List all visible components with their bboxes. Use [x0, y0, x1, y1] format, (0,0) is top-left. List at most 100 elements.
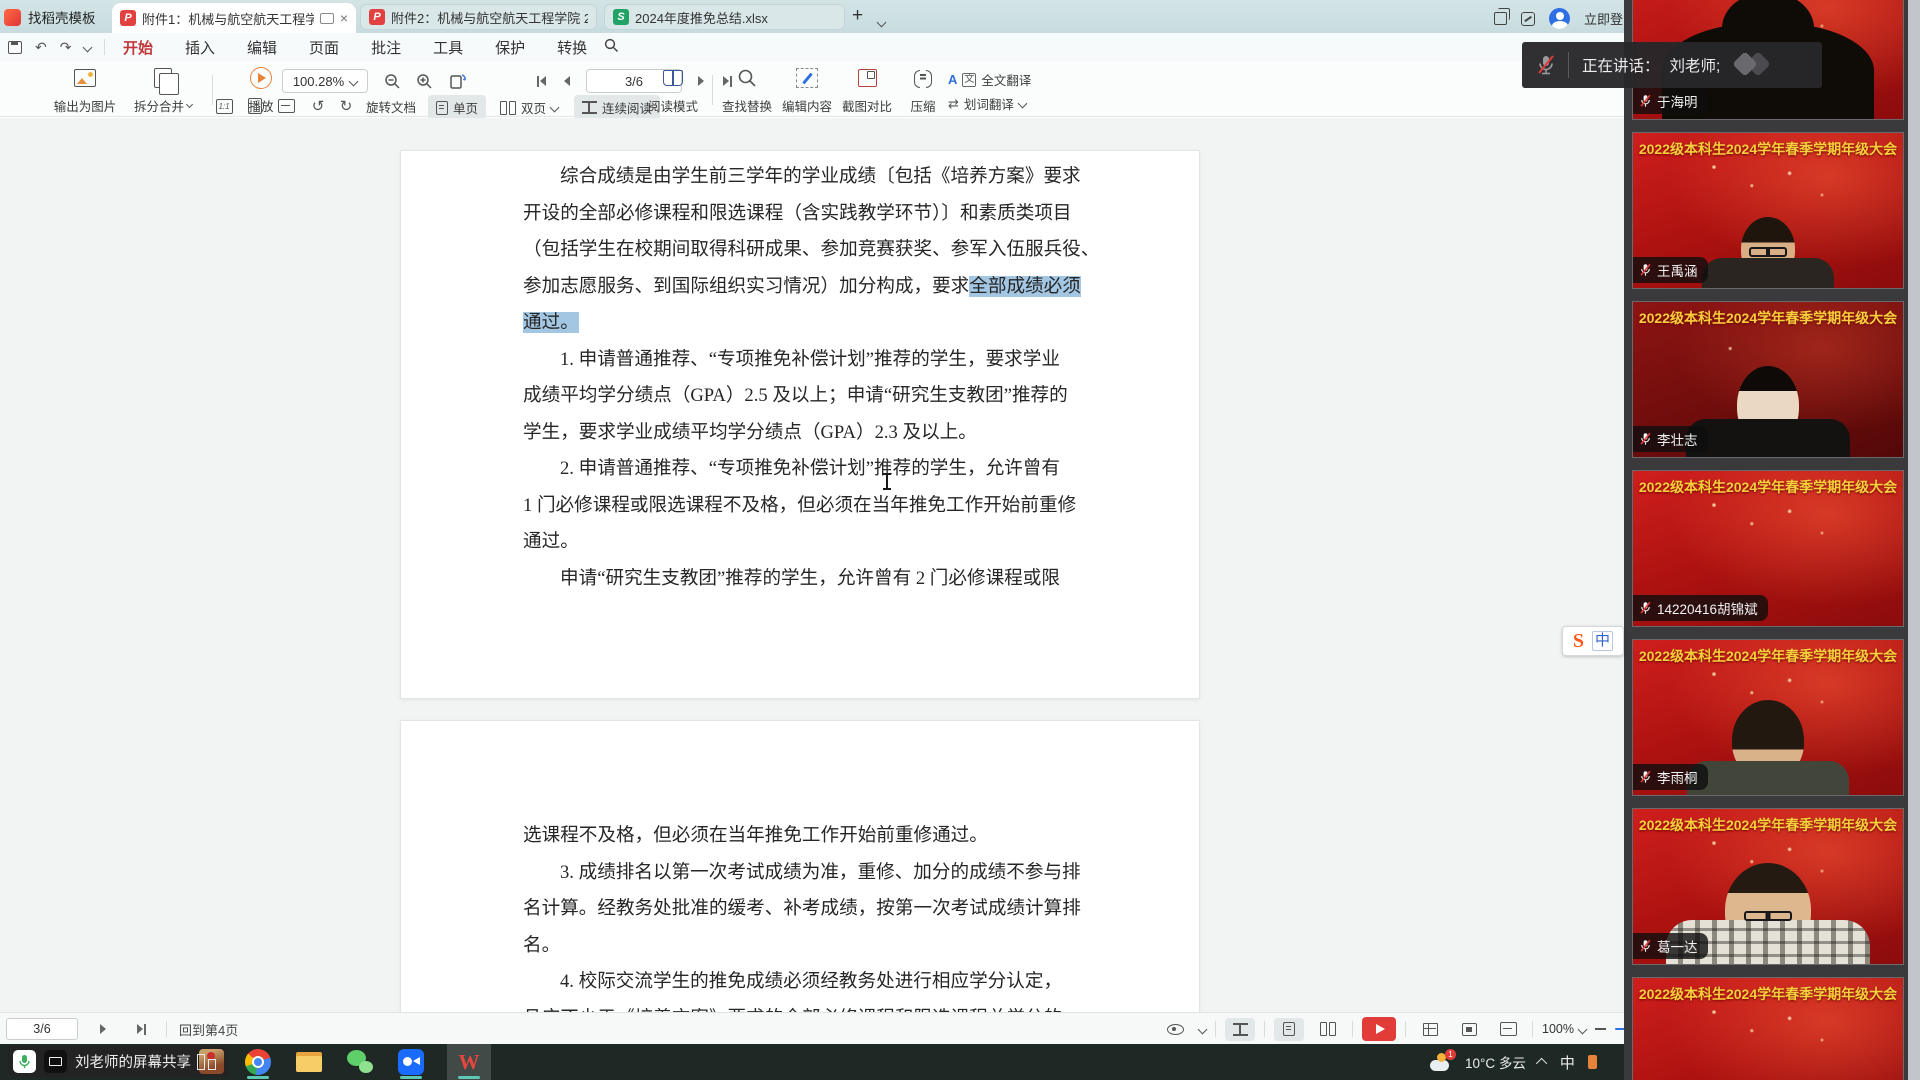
screenshot-compare-icon: [858, 69, 877, 87]
share-mic-icon[interactable]: [13, 1050, 36, 1073]
page-view-modes: 单页 双页 连续阅读: [428, 95, 660, 120]
ime-badge[interactable]: S 中: [1562, 626, 1624, 656]
read-mode-button[interactable]: 阅读模式: [638, 65, 708, 115]
browser-app-icon[interactable]: [243, 1044, 273, 1080]
video-tile-葛一达[interactable]: 2022级本科生2024学年春季学期年级大会葛一达: [1632, 808, 1904, 965]
task-view-button[interactable]: [192, 1044, 222, 1080]
weather-icon[interactable]: 1: [1428, 1053, 1452, 1071]
single-page-button[interactable]: 单页: [428, 95, 486, 120]
speaker-name: 刘老师;: [1670, 54, 1721, 76]
tray-expand-icon[interactable]: [1536, 1058, 1547, 1069]
status-double-page-icon[interactable]: [1313, 1018, 1343, 1041]
input-method-indicator[interactable]: 中: [1560, 1052, 1575, 1073]
back-to-page-button[interactable]: 回到第4页: [179, 1020, 238, 1039]
login-button[interactable]: 立即登: [1584, 9, 1623, 28]
save-icon[interactable]: [8, 41, 22, 54]
wps-app-icon[interactable]: W: [447, 1044, 491, 1080]
zoom-out-icon[interactable]: [380, 70, 404, 92]
menu-search-icon[interactable]: [604, 38, 619, 53]
running-indicator: [458, 1076, 480, 1079]
share-screen-icon[interactable]: [44, 1050, 67, 1073]
translate-icon: A: [948, 72, 957, 87]
tab-document-2[interactable]: P 附件2：机械与航空航天工程学院 202: [360, 4, 597, 30]
weather-label[interactable]: 10°C 多云: [1465, 1052, 1526, 1072]
menu-tabs: 开始 插入 编辑 页面 批注 工具 保护 转换: [122, 33, 588, 61]
video-tile-王禹涵[interactable]: 2022级本科生2024学年春季学期年级大会王禹涵: [1632, 132, 1904, 289]
tab-label: 附件1：机械与航空航天工程学: [142, 9, 314, 28]
mic-muted-icon: [1639, 939, 1652, 953]
status-page-indicator[interactable]: 3/6: [6, 1018, 78, 1040]
tab-document-3[interactable]: S 2024年度推免总结.xlsx: [604, 4, 845, 30]
status-zoom-level[interactable]: 100%: [1542, 1022, 1586, 1036]
double-page-button[interactable]: 双页: [492, 95, 566, 120]
meeting-app-icon[interactable]: [396, 1044, 426, 1080]
rotate-doc-button[interactable]: 旋转文档: [366, 97, 416, 116]
tray-app-icon[interactable]: [1588, 1055, 1597, 1069]
status-last-page-icon[interactable]: [128, 1018, 154, 1040]
fit-width-icon[interactable]: [1493, 1018, 1523, 1041]
user-avatar[interactable]: [1549, 8, 1570, 29]
video-tile[interactable]: 2022级本科生2024学年春季学期年级大会: [1632, 977, 1904, 1080]
view-options-chevron-icon[interactable]: [1198, 1024, 1208, 1034]
translate-icon: 文: [962, 73, 976, 87]
tab-home[interactable]: 找稻壳模板: [4, 6, 96, 28]
tab-list-chevron-icon[interactable]: [878, 13, 885, 31]
file-explorer-icon[interactable]: [294, 1044, 324, 1080]
status-play-button[interactable]: [1362, 1017, 1396, 1041]
rotate-right-icon[interactable]: ↻: [334, 95, 358, 117]
fit-page-icon[interactable]: [243, 95, 267, 117]
zoom-in-icon[interactable]: [412, 70, 436, 92]
rotate-left-icon[interactable]: ↺: [306, 95, 330, 117]
status-next-page-icon[interactable]: [90, 1018, 116, 1040]
double-page-icon: [500, 101, 516, 115]
close-tab-icon[interactable]: ×: [340, 11, 348, 25]
menu-tab-工具[interactable]: 工具: [432, 34, 464, 61]
video-tile-李壮志[interactable]: 2022级本科生2024学年春季学期年级大会李壮志: [1632, 301, 1904, 458]
previous-page-icon[interactable]: [554, 70, 580, 92]
menu-tab-页面[interactable]: 页面: [308, 34, 340, 61]
split-merge-button[interactable]: 拆分合并: [128, 65, 198, 115]
compress-icon: [914, 70, 932, 86]
undo-icon[interactable]: ↶: [35, 40, 47, 54]
participant-name-tag: 李壮志: [1633, 426, 1708, 452]
document-text-line: 选课程不及格，但必须在当年推免工作开始前重修通过。: [523, 818, 1089, 855]
tab-document-1[interactable]: P 附件1：机械与航空航天工程学 ×: [112, 3, 356, 33]
wechat-app-icon[interactable]: [345, 1044, 375, 1080]
video-tile-14220416胡锦斌[interactable]: 2022级本科生2024学年春季学期年级大会14220416胡锦斌: [1632, 470, 1904, 627]
redo-icon[interactable]: ↷: [60, 40, 72, 54]
actual-size-icon[interactable]: 1:1: [212, 95, 236, 117]
export-image-button[interactable]: 输出为图片: [50, 65, 120, 115]
fit-screen-icon[interactable]: [1454, 1018, 1484, 1041]
participant-name-tag: 于海明: [1633, 88, 1708, 114]
view-icons: 1:1 ↺ ↻ 旋转文档: [212, 95, 416, 117]
restore-window-icon[interactable]: [1494, 12, 1507, 25]
zoom-decrease-icon[interactable]: [1595, 1028, 1606, 1030]
video-tile-李雨桐[interactable]: 2022级本科生2024学年春季学期年级大会李雨桐: [1632, 639, 1904, 796]
menu-tab-开始[interactable]: 开始: [122, 34, 154, 61]
menu-tab-转换[interactable]: 转换: [556, 34, 588, 61]
document-viewport[interactable]: 综合成绩是由学生前三学年的学业成绩〔包括《培养方案》要求开设的全部必修课程和限选…: [0, 118, 1624, 1012]
system-tray: 1 10°C 多云 中: [1428, 1044, 1597, 1080]
thumbnail-grid-icon[interactable]: [1415, 1018, 1445, 1041]
first-page-icon[interactable]: [528, 70, 554, 92]
running-indicator: [247, 1076, 269, 1079]
rotate-page-icon[interactable]: [446, 70, 470, 92]
full-translate-button[interactable]: A文全文翻译: [948, 70, 1031, 89]
app-center-icon[interactable]: [1521, 12, 1535, 26]
fit-width-icon[interactable]: [274, 95, 298, 117]
menu-tab-插入[interactable]: 插入: [184, 34, 216, 61]
speaking-toast: 正在讲话： 刘老师;: [1522, 42, 1822, 88]
new-tab-button[interactable]: +: [852, 5, 863, 27]
zoom-level-dropdown[interactable]: 100.28%: [282, 69, 368, 93]
quick-access-chevron-icon[interactable]: [83, 42, 93, 52]
reader-mode-icon[interactable]: [320, 13, 334, 24]
view-options-icon[interactable]: [1160, 1018, 1190, 1041]
spreadsheet-icon: S: [613, 9, 629, 25]
status-continuous-icon[interactable]: [1225, 1018, 1255, 1041]
menu-tab-批注[interactable]: 批注: [370, 34, 402, 61]
menu-tab-编辑[interactable]: 编辑: [246, 34, 278, 61]
status-single-page-icon[interactable]: [1274, 1018, 1304, 1041]
menu-tab-保护[interactable]: 保护: [494, 34, 526, 61]
word-translate-button[interactable]: ⇄划词翻译: [948, 94, 1026, 113]
mic-muted-icon: [1639, 432, 1652, 446]
